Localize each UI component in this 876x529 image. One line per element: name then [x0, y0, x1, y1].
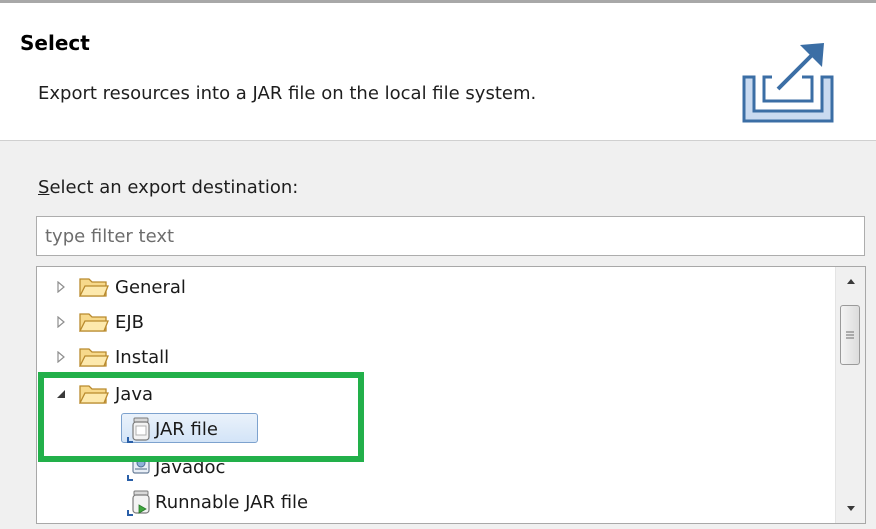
- tree-item-jar-file[interactable]: JAR file: [125, 413, 265, 445]
- tree-item-java[interactable]: Java: [37, 378, 833, 410]
- javadoc-icon: [127, 456, 150, 481]
- scroll-thumb[interactable]: [840, 305, 860, 365]
- tree-item-label: Install: [115, 346, 170, 368]
- tree-item-javadoc[interactable]: Javadoc: [125, 451, 425, 483]
- folder-icon: [79, 278, 109, 297]
- export-destination-label: Select an export destination:: [38, 177, 299, 198]
- tree-item-label: General: [115, 276, 186, 298]
- tree-item-label: Java: [115, 383, 154, 405]
- jar-icon: [127, 417, 150, 443]
- collapse-arrow-icon[interactable]: [53, 386, 69, 402]
- tree-item-general[interactable]: General: [37, 271, 833, 303]
- export-wizard-page: Select Export resources into a JAR file …: [0, 0, 876, 529]
- tree-item-runnable-jar-file[interactable]: Runnable JAR file: [125, 486, 525, 518]
- tree-item-label: EJB: [115, 311, 145, 333]
- grip-icon: [846, 331, 854, 339]
- folder-icon: [79, 348, 109, 367]
- tree-item-label: JAR file: [155, 418, 218, 440]
- scroll-up-arrow-icon[interactable]: [836, 267, 865, 295]
- runnable-jar-icon: [127, 490, 150, 516]
- wizard-header: Select Export resources into a JAR file …: [0, 0, 876, 141]
- folder-icon: [79, 313, 109, 332]
- tree-item-label: Javadoc: [155, 456, 226, 478]
- expand-arrow-icon[interactable]: [53, 279, 69, 295]
- export-destination-tree[interactable]: General EJB Install Java JAR file Javado…: [36, 266, 866, 524]
- tree-item-label: Runnable JAR file: [155, 491, 309, 513]
- expand-arrow-icon[interactable]: [53, 314, 69, 330]
- page-description: Export resources into a JAR file on the …: [38, 83, 537, 104]
- page-title: Select: [20, 31, 90, 55]
- tree-scrollbar[interactable]: [835, 267, 865, 523]
- tree-item-ejb[interactable]: EJB: [37, 306, 833, 338]
- export-icon: [742, 43, 834, 123]
- scroll-down-arrow-icon[interactable]: [836, 495, 865, 523]
- expand-arrow-icon[interactable]: [53, 349, 69, 365]
- tree-item-install[interactable]: Install: [37, 341, 833, 373]
- open-folder-icon: [79, 385, 109, 404]
- filter-input[interactable]: [36, 216, 865, 256]
